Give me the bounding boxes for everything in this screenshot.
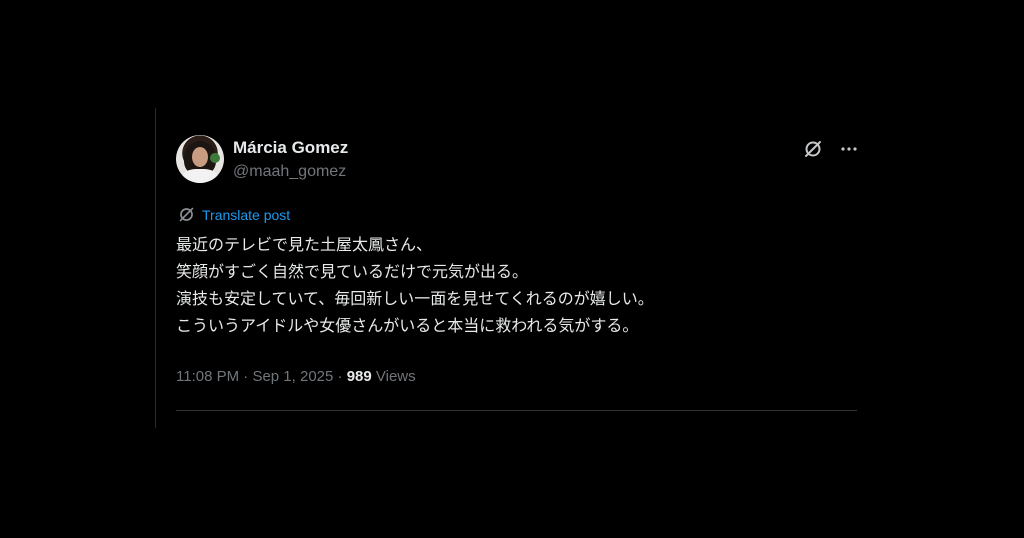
- slashed-circle-icon: [805, 141, 821, 157]
- translate-post-label[interactable]: Translate post: [202, 207, 290, 223]
- author-display-name[interactable]: Márcia Gomez: [233, 138, 348, 158]
- views-count[interactable]: 989: [347, 368, 372, 385]
- post-date[interactable]: Sep 1, 2025: [252, 368, 333, 385]
- translate-slashed-circle-icon: [179, 207, 194, 222]
- post-meta: 11:08 PM · Sep 1, 2025 · 989 Views: [176, 368, 416, 385]
- meta-separator: ·: [239, 368, 253, 385]
- more-options-button[interactable]: [838, 138, 860, 160]
- avatar-face: [192, 147, 208, 167]
- post-line: 笑顔がすごく自然で見ているだけで元気が出る。: [176, 262, 529, 281]
- avatar-plant: [210, 153, 220, 163]
- more-horizontal-icon: [841, 147, 857, 151]
- post-line: 最近のテレビで見た土屋太鳳さん、: [176, 235, 433, 254]
- post-time[interactable]: 11:08 PM: [176, 368, 239, 385]
- author-handle[interactable]: @maah_gomez: [233, 163, 346, 181]
- grok-button[interactable]: [802, 138, 824, 160]
- post-line: こういうアイドルや女優さんがいると本当に救われる気がする。: [176, 316, 639, 335]
- post-text: 最近のテレビで見た土屋太鳳さん、 笑顔がすごく自然で見ているだけで元気が出る。 …: [176, 231, 856, 339]
- avatar-shirt: [182, 169, 218, 183]
- avatar[interactable]: [176, 135, 224, 183]
- views-label: Views: [371, 368, 416, 385]
- post-line: 演技も安定していて、毎回新しい一面を見せてくれるのが嬉しい。: [176, 289, 654, 308]
- translate-post-link[interactable]: Translate post: [178, 206, 290, 223]
- meta-separator: ·: [333, 368, 347, 385]
- thread-border: [155, 108, 156, 428]
- divider: [176, 410, 857, 411]
- tweet-top-actions: [802, 138, 860, 160]
